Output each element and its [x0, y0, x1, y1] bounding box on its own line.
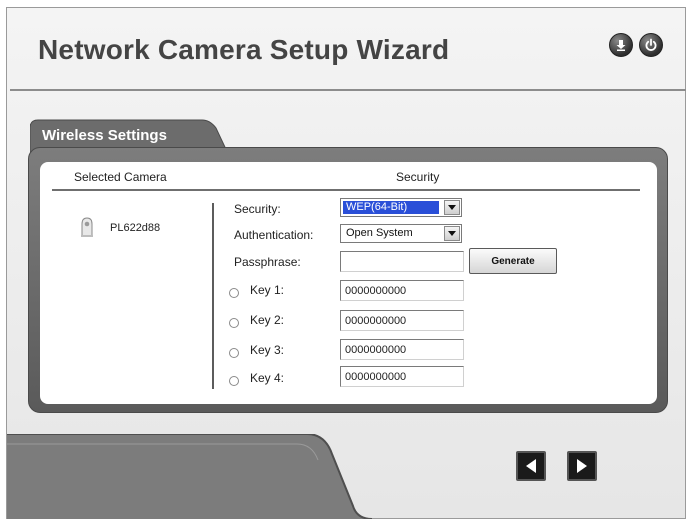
camera-name: PL622d88	[110, 222, 161, 234]
key-3-radio[interactable]	[229, 348, 239, 358]
authentication-select-value: Open System	[346, 227, 413, 239]
chevron-down-icon	[444, 200, 460, 215]
chevron-down-icon	[444, 226, 460, 241]
panel-tab-label: Wireless Settings	[42, 127, 167, 144]
next-arrow-icon	[577, 459, 587, 473]
passphrase-label: Passphrase:	[234, 255, 301, 269]
security-select-value: WEP(64-Bit)	[343, 201, 439, 214]
download-icon	[616, 40, 626, 51]
key-3-label: Key 3:	[250, 343, 285, 357]
next-button[interactable]	[567, 451, 597, 481]
page-title: Network Camera Setup Wizard	[38, 34, 450, 65]
key-4-radio[interactable]	[229, 376, 239, 386]
selected-camera-header: Selected Camera	[74, 170, 167, 184]
key-4-input[interactable]: 0000000000	[340, 366, 464, 387]
back-arrow-icon	[526, 459, 536, 473]
title-divider	[10, 89, 686, 91]
authentication-select[interactable]: Open System	[340, 224, 462, 243]
key-4-label: Key 4:	[250, 371, 285, 385]
power-icon	[645, 38, 657, 51]
key-2-input[interactable]: 0000000000	[340, 310, 464, 331]
key-1-radio[interactable]	[229, 288, 239, 298]
header-divider	[52, 189, 640, 191]
key-3-input[interactable]: 0000000000	[340, 339, 464, 360]
security-header: Security	[396, 170, 440, 184]
download-button[interactable]	[609, 33, 633, 57]
camera-icon	[81, 217, 93, 237]
passphrase-input[interactable]	[340, 251, 464, 272]
back-button[interactable]	[516, 451, 546, 481]
authentication-label: Authentication:	[234, 228, 314, 242]
key-1-input[interactable]: 0000000000	[340, 280, 464, 301]
generate-button[interactable]: Generate	[469, 248, 557, 274]
security-label: Security:	[234, 202, 281, 216]
key-2-radio[interactable]	[229, 318, 239, 328]
key-2-label: Key 2:	[250, 313, 285, 327]
key-1-label: Key 1:	[250, 283, 285, 297]
security-select[interactable]: WEP(64-Bit)	[340, 198, 462, 217]
column-divider	[212, 203, 214, 389]
power-button[interactable]	[639, 33, 663, 57]
